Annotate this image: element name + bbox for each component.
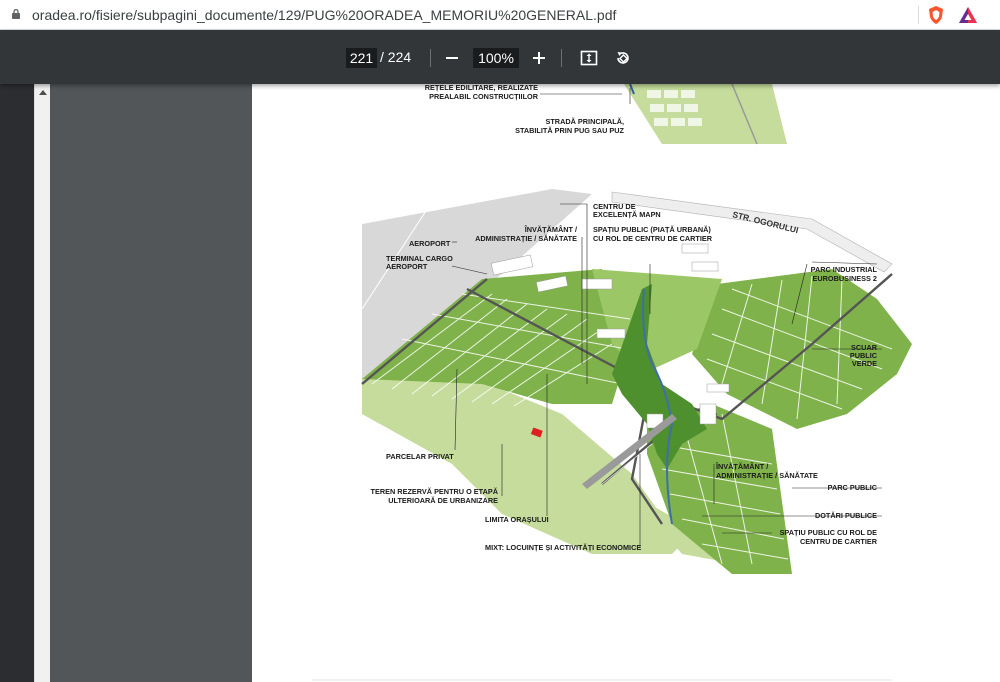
brave-rewards-icon[interactable] — [958, 5, 978, 25]
zoom-out-icon — [446, 57, 458, 59]
map-fragment-top — [540, 84, 787, 145]
label-aeroport: AEROPORT — [409, 239, 451, 248]
label-limita: LIMITA ORAȘULUI — [485, 515, 549, 524]
label-scuar-3: VERDE — [852, 359, 877, 368]
label-parc-public: PARC PUBLIC — [828, 483, 878, 492]
label-invatamant-bottom-2: ADMINISTRAȚIE / SĂNĂTATE — [716, 471, 818, 480]
label-parcelar: PARCELAR PRIVAT — [386, 452, 454, 461]
label-spatiu-public-top-1: SPAȚIU PUBLIC (PIAȚĂ URBANĂ) — [593, 225, 711, 234]
zoom-in-icon — [533, 52, 545, 64]
label-teren-2: ULTERIOARĂ DE URBANIZARE — [388, 496, 498, 505]
label-invatamant-bottom-1: ÎNVĂȚĂMÂNT / — [715, 462, 768, 471]
label-spatiu-public-bottom-1: SPAȚIU PUBLIC CU ROL DE — [780, 528, 878, 537]
label-retele-2: PREALABIL CONSTRUCȚIILOR — [429, 92, 539, 101]
pdf-toolbar: 221 / 224 100% — [0, 30, 1000, 84]
label-invatamant-top-1: ÎNVĂȚĂMÂNT / — [524, 225, 577, 234]
label-terminal-2: AEROPORT — [386, 262, 428, 271]
label-centru-2: EXCELENȚĂ MAPN — [593, 210, 661, 219]
label-invatamant-top-2: ADMINISTRAȚIE / SĂNĂTATE — [475, 234, 577, 243]
rotate-button[interactable] — [612, 47, 634, 69]
label-teren-1: TEREN REZERVĂ PENTRU O ETAPĂ — [371, 487, 499, 496]
page-total: / 224 — [380, 49, 412, 65]
zoom-out-button[interactable] — [441, 47, 463, 69]
zoom-level-input[interactable]: 100% — [473, 48, 519, 68]
label-strada-1: STRADĂ PRINCIPALĂ, — [545, 117, 624, 126]
rotate-icon — [617, 52, 629, 64]
label-spatiu-public-top-2: CU ROL DE CENTRU DE CARTIER — [593, 234, 713, 243]
sidebar-rail — [0, 84, 34, 682]
brave-shield-icon[interactable] — [926, 5, 946, 25]
zoom-in-button[interactable] — [528, 47, 550, 69]
label-strada-2: STABILITĂ PRIN PUG SAU PUZ — [515, 126, 624, 135]
fit-to-page-icon — [580, 50, 598, 66]
label-parc-industrial-2: EUROBUSINESS 2 — [813, 274, 877, 283]
urban-plan-map: REȚELE EDILITARE, REALIZATE PREALABIL CO… — [312, 84, 912, 681]
lock-icon[interactable] — [12, 9, 20, 19]
scroll-up-icon[interactable] — [39, 90, 47, 95]
toolbar-divider — [918, 6, 919, 24]
pdf-page: REȚELE EDILITARE, REALIZATE PREALABIL CO… — [252, 84, 1000, 682]
label-dotari: DOTĂRI PUBLICE — [815, 511, 877, 520]
fit-to-page-button[interactable] — [578, 47, 600, 69]
address-bar[interactable]: oradea.ro/fisiere/subpagini_documente/12… — [0, 0, 1000, 30]
label-mixt: MIXT: LOCUINȚE ȘI ACTIVITĂȚI ECONOMICE — [485, 543, 641, 552]
label-retele-1: REȚELE EDILITARE, REALIZATE — [425, 84, 538, 92]
page-number-input[interactable]: 221 — [346, 48, 377, 68]
url-text[interactable]: oradea.ro/fisiere/subpagini_documente/12… — [32, 7, 616, 23]
label-parc-industrial-1: PARC INDUSTRIAL — [811, 265, 878, 274]
toolbar-separator — [561, 49, 562, 67]
thumbnail-scrollbar[interactable] — [34, 84, 50, 682]
label-spatiu-public-bottom-2: CENTRU DE CARTIER — [800, 537, 878, 546]
toolbar-separator — [430, 49, 431, 67]
